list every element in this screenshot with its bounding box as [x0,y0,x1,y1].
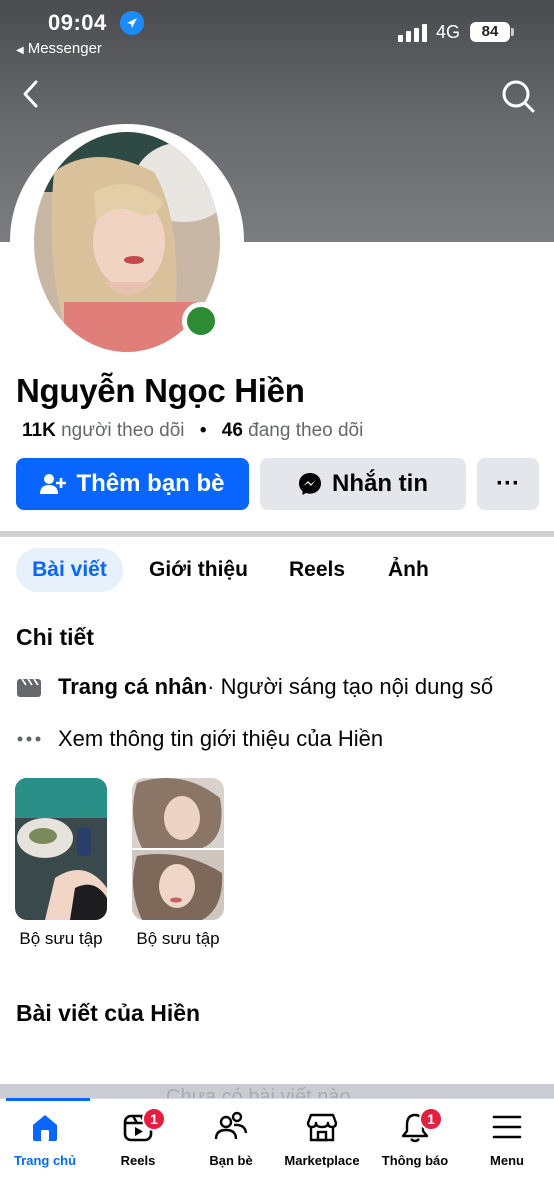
more-options-button[interactable]: ··· [477,458,539,510]
back-app-label: Messenger [27,40,102,57]
detail-page-type: Trang cá nhân · Người sáng tạo nội dung … [16,674,493,700]
message-button[interactable]: Nhắn tin [260,458,466,510]
location-arrow-icon [120,11,144,35]
more-options-label: ··· [496,470,520,497]
battery-icon: 84 [470,22,514,42]
search-icon[interactable] [498,76,538,116]
message-label: Nhắn tin [332,470,428,497]
friends-icon [186,1107,276,1147]
follow-stats[interactable]: 11K người theo dõi • 46 đang theo dõi [22,420,363,442]
active-tab-indicator [6,1098,90,1101]
battery-level: 84 [481,23,499,40]
followers-label: người theo dõi [61,420,185,441]
signal-icon [398,24,428,42]
nav-home[interactable]: Trang chủ [0,1107,90,1168]
ellipsis-icon [16,736,42,742]
posts-title: Bài viết của Hiền [16,1000,201,1026]
nav-marketplace-label: Marketplace [284,1153,360,1168]
following-label: đang theo dõi [248,420,364,441]
bell-icon: 1 [370,1107,460,1147]
add-friend-icon [40,474,67,494]
collection-thumbnail [15,778,107,920]
nav-reels[interactable]: 1 Reels [93,1107,183,1168]
add-friend-label: Thêm bạn bè [76,470,225,497]
nav-home-label: Trang chủ [13,1153,77,1168]
section-divider [0,531,554,537]
network-type: 4G [436,22,461,42]
reels-icon: 1 [93,1107,183,1147]
following-count: 46 [221,420,243,441]
back-to-app-link[interactable]: ◀ Messenger [16,40,102,57]
collection-thumbnail [132,778,224,920]
nav-friends-label: Bạn bè [209,1153,253,1168]
status-time: 09:04 [48,10,107,35]
see-about-link[interactable]: Xem thông tin giới thiệu của Hiền [16,726,383,752]
nav-notifications[interactable]: 1 Thông báo [370,1107,460,1168]
details-title: Chi tiết [16,624,94,650]
status-bar: 09:04 ◀ Messenger 4G 84 [0,0,554,64]
nav-menu[interactable]: Menu [462,1107,552,1168]
collection-label: Bộ sưu tập [19,929,103,948]
nav-friends[interactable]: Bạn bè [186,1107,276,1168]
notifications-badge: 1 [419,1107,443,1131]
tab-about[interactable]: Giới thiệu [149,548,248,592]
reels-badge: 1 [142,1107,166,1131]
tab-photos[interactable]: Ảnh [388,548,429,592]
nav-notifications-label: Thông báo [381,1153,449,1168]
tab-reels[interactable]: Reels [289,548,345,592]
clapperboard-icon [16,676,42,698]
home-icon [0,1107,90,1147]
collection-label: Bộ sưu tập [136,929,220,948]
bottom-navigation: Trang chủ 1 Reels Bạn bè Marketplace 1 T… [0,1098,554,1200]
profile-name: Nguyễn Ngọc Hiền [16,372,305,409]
marketplace-icon [277,1107,367,1147]
see-about-label: Xem thông tin giới thiệu của Hiền [58,726,384,751]
nav-reels-label: Reels [120,1153,156,1168]
stats-separator: • [199,420,207,441]
add-friend-button[interactable]: Thêm bạn bè [16,458,249,510]
online-status-dot [182,302,220,340]
nav-marketplace[interactable]: Marketplace [277,1107,367,1168]
tab-posts[interactable]: Bài viết [16,548,123,592]
back-icon[interactable] [16,76,48,112]
page-type-label: Trang cá nhân [58,674,208,699]
menu-icon [462,1107,552,1147]
page-category: · Người sáng tạo nội dung số [207,674,494,699]
collection-item[interactable]: Bộ sưu tập [15,778,107,949]
messenger-icon [299,473,321,495]
nav-menu-label: Menu [490,1153,524,1168]
back-triangle-icon: ◀ [16,45,24,56]
followers-count: 11K [22,420,56,441]
collection-item[interactable]: Bộ sưu tập [132,778,224,949]
